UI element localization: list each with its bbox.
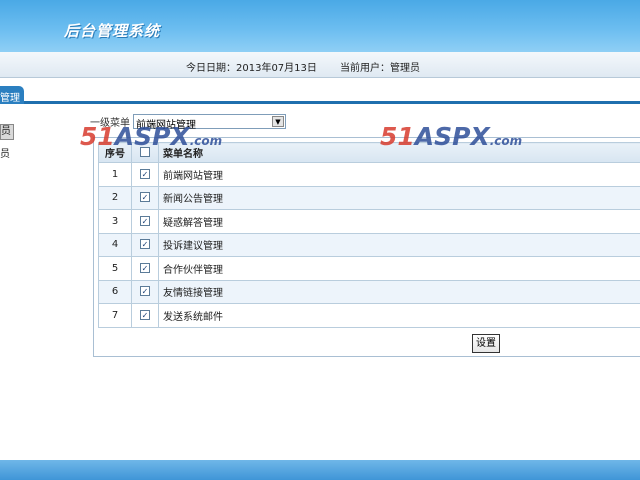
tab-management[interactable]: 管理 bbox=[0, 86, 24, 104]
row-name: 发送系统邮件 bbox=[158, 303, 640, 328]
table-row: 5 ✓ 合作伙伴管理 bbox=[98, 256, 640, 281]
menu-panel: 序号 菜单名称 1 ✓ 前端网站管理 2 ✓ 新闻公告管理 3 ✓ 疑惑解答管理… bbox=[93, 137, 640, 357]
row-checkbox[interactable]: ✓ bbox=[140, 168, 150, 179]
table-row: 2 ✓ 新闻公告管理 bbox=[98, 185, 640, 210]
row-name: 合作伙伴管理 bbox=[158, 256, 640, 281]
row-index: 1 bbox=[98, 162, 132, 187]
sidebar-item-admin[interactable]: 员 bbox=[0, 124, 14, 140]
row-index: 3 bbox=[98, 209, 132, 234]
row-checkbox-cell: ✓ bbox=[131, 209, 159, 234]
row-checkbox[interactable]: ✓ bbox=[140, 239, 150, 250]
sidebar-item-member[interactable]: 员 bbox=[0, 148, 20, 162]
row-checkbox[interactable]: ✓ bbox=[140, 309, 150, 320]
table-row: 4 ✓ 投诉建议管理 bbox=[98, 232, 640, 257]
row-index: 2 bbox=[98, 185, 132, 210]
row-index: 5 bbox=[98, 256, 132, 281]
row-name: 疑惑解答管理 bbox=[158, 209, 640, 234]
footer-bar bbox=[0, 460, 640, 480]
table-row: 7 ✓ 发送系统邮件 bbox=[98, 303, 640, 328]
row-checkbox-cell: ✓ bbox=[131, 279, 159, 304]
table-row: 6 ✓ 友情链接管理 bbox=[98, 279, 640, 304]
table-row: 1 ✓ 前端网站管理 bbox=[98, 162, 640, 187]
row-checkbox-cell: ✓ bbox=[131, 185, 159, 210]
row-index: 7 bbox=[98, 303, 132, 328]
watermark-part: ASPX bbox=[114, 122, 190, 151]
watermark-part: ASPX bbox=[414, 122, 490, 151]
app-title: 后台管理系统 bbox=[64, 22, 161, 40]
row-checkbox-cell: ✓ bbox=[131, 162, 159, 187]
current-user: 当前用户：管理员 bbox=[340, 63, 420, 74]
row-checkbox-cell: ✓ bbox=[131, 232, 159, 257]
row-name: 新闻公告管理 bbox=[158, 185, 640, 210]
watermark-part: .com bbox=[189, 134, 223, 148]
sidebar: 员 员 bbox=[0, 124, 20, 172]
row-checkbox[interactable]: ✓ bbox=[140, 192, 150, 203]
menu-table: 序号 菜单名称 1 ✓ 前端网站管理 2 ✓ 新闻公告管理 3 ✓ 疑惑解答管理… bbox=[98, 142, 640, 328]
row-name: 前端网站管理 bbox=[158, 162, 640, 187]
row-index: 4 bbox=[98, 232, 132, 257]
row-checkbox[interactable]: ✓ bbox=[140, 215, 150, 226]
watermark-logo: 51ASPX.com bbox=[380, 122, 522, 151]
watermark-part: 51 bbox=[80, 122, 115, 151]
tab-bar: 管理 bbox=[0, 86, 640, 104]
watermark-logo: 51ASPX.com bbox=[80, 122, 222, 151]
set-button[interactable]: 设置 bbox=[472, 334, 500, 353]
watermark-part: .com bbox=[489, 134, 523, 148]
current-date: 今日日期：2013年07月13日 bbox=[186, 63, 317, 74]
row-checkbox-cell: ✓ bbox=[131, 256, 159, 281]
header-banner: 后台管理系统 bbox=[0, 0, 640, 52]
chevron-down-icon[interactable]: ▼ bbox=[272, 116, 284, 127]
row-checkbox[interactable]: ✓ bbox=[140, 286, 150, 297]
row-index: 6 bbox=[98, 279, 132, 304]
table-row: 3 ✓ 疑惑解答管理 bbox=[98, 209, 640, 234]
row-name: 投诉建议管理 bbox=[158, 232, 640, 257]
watermark-part: 51 bbox=[380, 122, 415, 151]
row-checkbox-cell: ✓ bbox=[131, 303, 159, 328]
row-checkbox[interactable]: ✓ bbox=[140, 262, 150, 273]
row-name: 友情链接管理 bbox=[158, 279, 640, 304]
info-bar: 今日日期：2013年07月13日 当前用户：管理员 bbox=[0, 52, 640, 78]
